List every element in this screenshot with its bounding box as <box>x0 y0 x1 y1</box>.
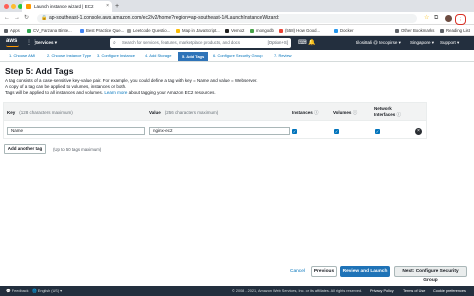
lock-icon: 🔒 <box>41 15 48 21</box>
services-menu[interactable]: Services ▾ <box>35 36 57 50</box>
aws-logo[interactable]: aws <box>6 38 17 45</box>
wizard-step[interactable]: 2. Choose Instance Type <box>47 50 91 62</box>
tab-title: Launch instance wizard | EC2 <box>34 4 94 9</box>
bookmark-item[interactable]: Docker <box>334 25 354 36</box>
description-line: A copy of a tag can be applied to volume… <box>5 84 127 89</box>
search-placeholder: Search for services, features, marketpla… <box>122 40 240 45</box>
review-and-launch-button[interactable]: Review and Launch <box>340 266 390 277</box>
wizard-step[interactable]: 7. Review <box>274 50 292 62</box>
feedback-link[interactable]: 💬 Feedback <box>6 286 28 296</box>
new-tab-icon[interactable]: + <box>115 1 119 12</box>
table-header: Key (128 characters maximum) Value (256 ch… <box>4 103 426 121</box>
profile-avatar[interactable] <box>445 15 452 22</box>
column-header-key: Key (128 characters maximum) <box>7 110 73 115</box>
wizard-step[interactable]: 6. Configure Security Group <box>213 50 263 62</box>
other-bookmarks[interactable]: Other Bookmarks <box>395 25 434 36</box>
extensions-icon[interactable]: ⧉ <box>434 14 438 23</box>
support-menu[interactable]: Support ▾ <box>440 36 459 50</box>
bookmark-item[interactable]: mongodb <box>250 25 274 36</box>
bookmark-item[interactable]: Vemo2 <box>225 25 244 36</box>
close-window-icon[interactable] <box>4 4 9 9</box>
instances-checkbox[interactable]: ✓ <box>292 129 297 134</box>
wizard-step[interactable]: 1. Choose AMI <box>9 50 35 62</box>
description-line: A tag consists of a case-sensitive key-v… <box>5 78 258 83</box>
url-text: ap-southeast-1.console.aws.amazon.com/ec… <box>49 15 280 21</box>
column-header-network-interfaces: Network Interfaces ⓘ <box>374 106 402 117</box>
wizard-step[interactable]: 3. Configure Instance <box>97 50 135 62</box>
cookie-preferences-link[interactable]: Cookie preferences <box>433 286 466 296</box>
copyright-text: © 2008 - 2021, Amazon Web Services, Inc.… <box>232 289 363 293</box>
terms-of-use-link[interactable]: Terms of Use <box>403 286 425 296</box>
aws-smile-icon <box>6 45 19 47</box>
back-icon[interactable]: ← <box>4 14 10 23</box>
tag-key-input[interactable]: Name <box>7 127 145 135</box>
column-header-value: Value (256 characters maximum) <box>149 110 219 115</box>
bookmark-item[interactable]: Apps <box>4 25 20 36</box>
wizard-steps: 1. Choose AMI 2. Choose Instance Type 3.… <box>0 50 474 62</box>
address-bar-row: ← → ↻ 🔒 ap-southeast-1.console.aws.amazo… <box>0 12 474 25</box>
column-header-instances: Instances ⓘ <box>292 110 319 115</box>
bookmark-item[interactable]: Best Practice Que... <box>80 25 124 36</box>
bookmarks-bar: Apps CV_Farzana Binte... Best Practice Q… <box>0 25 474 36</box>
tag-value-input[interactable]: nginx-ec2 <box>149 127 290 135</box>
bookmark-item[interactable]: Leetcode Questio... <box>127 25 170 36</box>
url-input[interactable]: 🔒 ap-southeast-1.console.aws.amazon.com/… <box>37 14 417 23</box>
privacy-policy-link[interactable]: Privacy Policy <box>370 286 394 296</box>
account-menu[interactable]: tilosi8ali @ tecopirse ▾ <box>356 36 401 50</box>
region-menu[interactable]: Singapore ▾ <box>410 36 434 50</box>
reload-icon[interactable]: ↻ <box>24 14 29 23</box>
bookmark-item[interactable]: (558) How Good... <box>279 25 320 36</box>
search-shortcut: [Option+S] <box>267 40 288 45</box>
forward-icon[interactable]: → <box>14 14 20 23</box>
browser-tab-bar: Launch instance wizard | EC2 × + <box>0 0 474 12</box>
page-title: Step 5: Add Tags <box>5 66 74 76</box>
browser-tab[interactable]: Launch instance wizard | EC2 × <box>22 1 112 12</box>
volumes-checkbox[interactable]: ✓ <box>334 129 339 134</box>
description-line: Tags will be applied to all instances an… <box>5 90 216 95</box>
next-configure-security-group-button[interactable]: Next: Configure Security Group <box>394 266 467 283</box>
learn-more-link[interactable]: Learn more <box>104 90 127 95</box>
cloudshell-icon[interactable]: ⌨ <box>298 36 307 50</box>
wizard-step[interactable]: 4. Add Storage <box>145 50 171 62</box>
add-another-tag-button[interactable]: Add another tag <box>4 144 46 154</box>
aws-navbar: aws ⋮⋮ Services ▾ ⌕ Search for services,… <box>0 36 474 50</box>
bell-icon[interactable]: 🔔 <box>308 36 315 50</box>
previous-button[interactable]: Previous <box>311 266 337 277</box>
close-tab-icon[interactable]: × <box>106 1 109 12</box>
aws-search-input[interactable]: ⌕ Search for services, features, marketp… <box>110 38 291 48</box>
network-interfaces-checkbox[interactable]: ✓ <box>375 129 380 134</box>
search-icon: ⌕ <box>113 40 116 46</box>
tag-limit-text: (Up to 50 tags maximum) <box>53 147 102 152</box>
update-badge[interactable]: ⋮ <box>455 14 466 25</box>
aws-footer: 💬 Feedback 🌐 English (US) ▾ © 2008 - 202… <box>0 286 474 296</box>
star-icon[interactable]: ☆ <box>424 14 429 23</box>
language-selector[interactable]: 🌐 English (US) ▾ <box>32 286 62 296</box>
aws-favicon-icon <box>26 4 31 9</box>
wizard-step-active[interactable]: 5. Add Tags <box>178 52 209 61</box>
column-header-volumes: Volumes ⓘ <box>333 110 358 115</box>
bookmark-item[interactable]: CV_Farzana Binte... <box>27 25 72 36</box>
remove-tag-icon[interactable]: × <box>415 128 422 135</box>
reading-list[interactable]: Reading List <box>440 25 470 36</box>
bookmark-item[interactable]: Map in JavaScript... <box>176 25 220 36</box>
cancel-link[interactable]: Cancel <box>290 268 305 276</box>
minimize-window-icon[interactable] <box>11 4 16 9</box>
tags-table: Key (128 characters maximum) Value (256 ch… <box>3 102 427 139</box>
